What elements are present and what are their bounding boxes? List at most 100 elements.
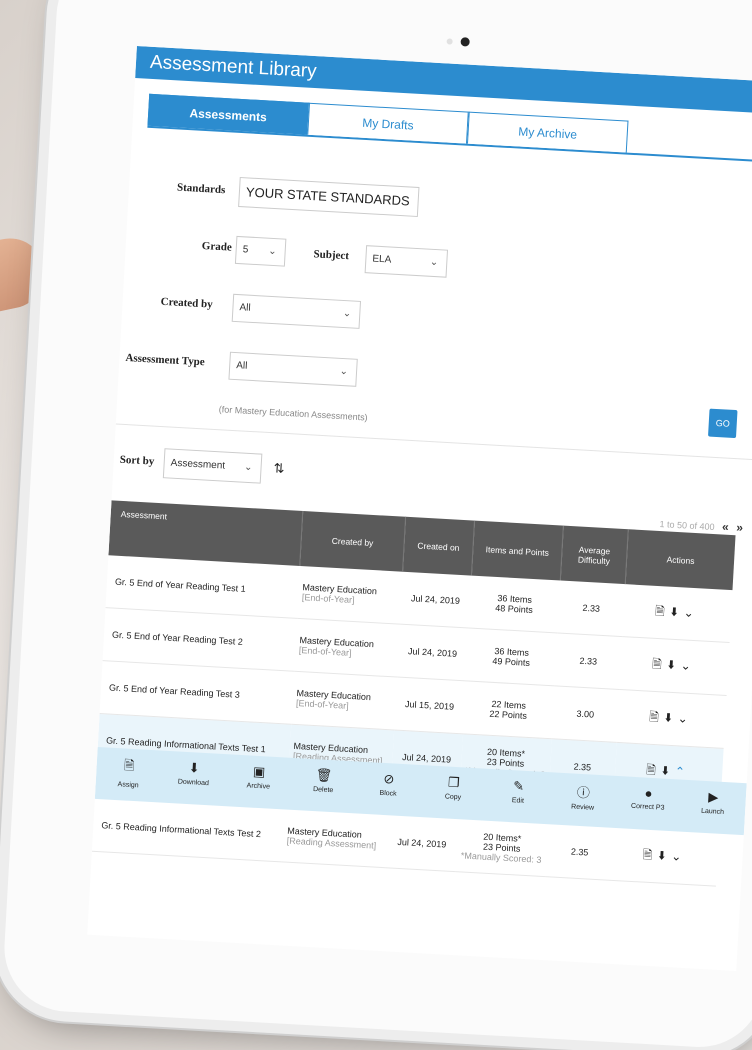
chevron-down-icon[interactable]: ⌄ [680,658,697,673]
col-items-points[interactable]: Items and Points [471,520,564,581]
assign-icon[interactable]: 🗎 [652,656,668,671]
chevron-down-icon: ⌄ [267,245,277,258]
download-button[interactable]: ⬇ Download [160,751,228,807]
standards-field[interactable]: YOUR STATE STANDARDS [238,176,420,217]
grade-select[interactable]: 5 ⌄ [234,235,287,267]
subject-value: ELA [372,253,392,266]
tab-my-archive[interactable]: My Archive [466,111,629,153]
edit-button[interactable]: ✎ Edit [484,769,552,825]
difficulty: 2.35 [545,824,615,881]
delete-button[interactable]: 🗑 Delete [290,758,358,814]
download-icon[interactable]: ⬇ [670,604,684,619]
chevron-down-icon[interactable]: ⌄ [677,711,694,726]
launch-button[interactable]: ▶ Launch [679,780,747,836]
difficulty: 3.00 [551,685,620,743]
created-on: Jul 15, 2019 [393,677,466,734]
p3-icon: ● [644,785,653,801]
creator-cell: Mastery Education [Reading Assessment] [281,809,389,868]
col-actions: Actions [625,529,736,591]
edit-label: Edit [511,797,525,805]
items-points: 20 Items*23 Points*Manually Scored: 3 [455,819,549,877]
assessment-type-select[interactable]: All ⌄ [228,351,358,387]
pagination-range: 1 to 50 of 400 [659,518,715,533]
creator-cell: Mastery Education [End-of-Year] [290,671,397,730]
standards-label: Standards [176,181,226,197]
download-label: Download [177,778,210,788]
go-button[interactable]: GO [708,408,738,439]
play-icon: ▶ [707,789,719,805]
creator-cell: Mastery Education [End-of-Year] [293,618,400,678]
assessment-type-hint: (for Mastery Education Assessments) [218,404,368,423]
items-points: 36 Items 49 Points [465,627,558,686]
created-by-select[interactable]: All ⌄ [231,293,362,329]
sort-by-label: Sort by [119,453,155,468]
col-created-by[interactable]: Created by [299,511,406,572]
subject-label: Subject [313,248,350,263]
review-button[interactable]: ⓘ Review [549,772,617,828]
tab-assessments[interactable]: Assessments [147,93,310,135]
assign-icon[interactable]: 🗎 [649,709,665,724]
row-actions: 🗎⬇⌄ [616,689,727,749]
items-points: 36 Items 48 Points [468,575,561,633]
edit-icon: ✎ [512,778,525,794]
trash-icon: 🗑 [315,767,333,784]
chevron-up-icon[interactable]: ⌃ [674,764,691,779]
sort-select[interactable]: Assessment ⌄ [162,448,263,484]
row-actions: 🗎⬇⌄ [611,827,719,887]
subject-select[interactable]: ELA ⌄ [364,245,449,278]
row-actions: 🗎⬇⌄ [622,584,733,643]
assign-icon[interactable]: 🗎 [655,603,671,618]
tablet-frame: Assessment Library Assessments My Drafts… [1,0,752,1050]
col-difficulty[interactable]: Average Difficulty [560,525,629,585]
copy-icon: ❐ [447,774,461,791]
grade-label: Grade [201,239,233,254]
col-created-on[interactable]: Created on [402,516,475,576]
download-icon[interactable]: ⬇ [664,710,678,725]
tab-my-drafts[interactable]: My Drafts [307,102,469,144]
assign-button[interactable]: 🗎 Assign [95,747,163,803]
assign-icon: 🗎 [123,757,135,774]
grade-value: 5 [242,244,249,256]
chevron-down-icon[interactable]: ⌄ [683,605,700,620]
block-label: Block [379,789,397,798]
assign-label: Assign [117,781,139,790]
delete-label: Delete [312,786,334,795]
created-by-label: Created by [160,295,213,311]
row-actions: 🗎⬇⌄ [619,636,730,696]
screen: Assessment Library Assessments My Drafts… [87,46,752,971]
download-icon[interactable]: ⬇ [661,763,675,778]
download-icon[interactable]: ⬇ [667,657,681,672]
archive-button[interactable]: ▣ Archive [225,754,293,810]
assign-icon[interactable]: 🗎 [646,762,662,777]
prev-page-icon[interactable]: « [722,519,729,533]
review-label: Review [570,803,595,812]
block-icon: ⊘ [383,770,395,787]
assessment-type-value: All [235,360,248,372]
sort-order-icon[interactable]: ⇅ [273,460,285,477]
assessment-type-label: Assessment Type [125,351,206,369]
chevron-down-icon: ⌄ [342,307,352,320]
chevron-down-icon: ⌄ [429,256,439,269]
correct-p3-label: Correct P3 [630,802,665,812]
assessment-name[interactable]: Gr. 5 Reading Informational Texts Test 2 [91,798,285,862]
copy-button[interactable]: ❐ Copy [419,765,487,821]
chevron-down-icon: ⌄ [243,461,253,474]
creator-cell: Mastery Education [End-of-Year] [296,565,403,625]
created-by-value: All [239,302,251,314]
info-icon: ⓘ [576,784,591,801]
archive-label: Archive [246,782,271,791]
correct-p3-button[interactable]: ● Correct P3 [614,776,682,832]
archive-icon: ▣ [252,763,266,780]
next-page-icon[interactable]: » [736,520,743,534]
download-icon: ⬇ [188,760,201,776]
items-points: 22 Items 22 Points [462,680,555,739]
download-icon[interactable]: ⬇ [658,848,672,863]
assign-icon[interactable]: 🗎 [642,847,658,862]
difficulty: 2.33 [554,632,623,690]
block-button[interactable]: ⊘ Block [354,761,422,817]
created-on: Jul 24, 2019 [385,815,459,872]
camera [460,37,470,47]
chevron-down-icon[interactable]: ⌄ [671,849,688,864]
copy-label: Copy [444,793,462,802]
created-on: Jul 24, 2019 [399,571,472,628]
